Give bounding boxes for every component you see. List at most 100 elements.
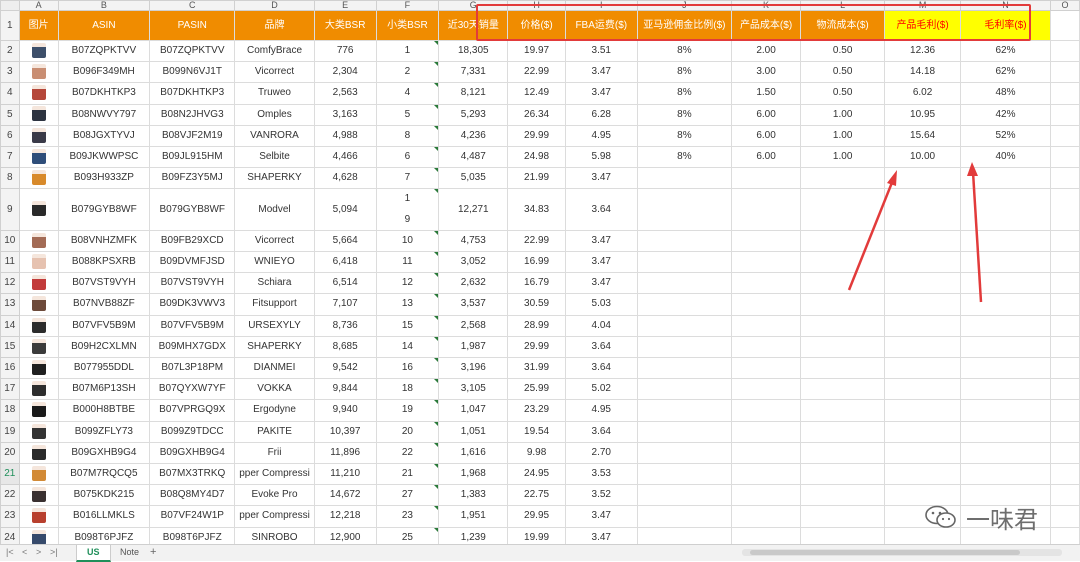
header-cell[interactable]: 毛利率($) (959, 10, 1052, 41)
cell-comm[interactable]: 8% (636, 39, 733, 63)
cell-asin[interactable]: B08VNHZMFK (57, 229, 151, 253)
header-cell[interactable]: 价格($) (507, 10, 566, 41)
cell-sales[interactable]: 5,293 (438, 103, 509, 126)
cell-fba[interactable]: 5.98 (564, 146, 638, 169)
column-letter-n[interactable]: N (959, 0, 1052, 11)
cell-pasin[interactable]: B08N2JHVG3 (149, 103, 236, 126)
cell-sales[interactable]: 12,271 (438, 188, 509, 231)
cell-profit[interactable] (884, 229, 961, 253)
cell-brand[interactable]: WNIEYO (234, 251, 315, 274)
cell-asin[interactable]: B075KDK215 (57, 484, 151, 507)
cell-sales[interactable]: 3,105 (438, 378, 509, 401)
tab-note[interactable]: Note (110, 545, 149, 560)
cell-margin[interactable] (959, 229, 1052, 253)
header-cell[interactable]: 品牌 (234, 10, 315, 41)
cell-empty[interactable] (1050, 357, 1080, 380)
cell-comm[interactable] (636, 293, 733, 316)
product-image-cell[interactable] (18, 82, 59, 105)
cell-pasin[interactable]: B07VF24W1P (149, 505, 236, 528)
cell-comm[interactable] (636, 314, 733, 337)
cell-sub[interactable]: 12 (375, 272, 440, 295)
cell-pasin[interactable]: B09MHX7GDX (149, 335, 236, 359)
cell-fba[interactable]: 3.64 (564, 188, 638, 231)
cell-empty[interactable] (1050, 420, 1080, 443)
cell-sub[interactable]: 15 (375, 314, 440, 337)
cell-profit[interactable]: 15.64 (884, 124, 961, 148)
cell-comm[interactable] (636, 167, 733, 190)
cell-margin[interactable] (959, 188, 1052, 231)
cell-cost[interactable] (731, 251, 802, 274)
cell-cost[interactable] (731, 463, 802, 486)
cell-brand[interactable]: Selbite (234, 146, 315, 169)
cell-comm[interactable] (636, 251, 733, 274)
cell-brand[interactable]: ComfyBrace (234, 39, 315, 63)
cell-pasin[interactable]: B07VST9VYH (149, 272, 236, 295)
cell-brand[interactable]: pper Compressi (234, 463, 315, 486)
cell-pasin[interactable]: B098T6PJFZ (149, 526, 236, 544)
product-image-cell[interactable] (18, 441, 59, 465)
cell-pasin[interactable]: B09DK3VWV3 (149, 293, 236, 316)
header-cell[interactable]: 图片 (18, 10, 59, 41)
cell-cost[interactable]: 2.00 (731, 39, 802, 63)
cell-profit[interactable] (884, 167, 961, 190)
cell-ship[interactable] (800, 420, 886, 443)
cell-brand[interactable]: SHAPERKY (234, 167, 315, 190)
cell-sub[interactable]: 8 (375, 124, 440, 148)
cell-ship[interactable] (800, 272, 886, 295)
cell-empty[interactable] (1050, 463, 1080, 486)
cell-empty[interactable] (1050, 314, 1080, 337)
cell-profit[interactable] (884, 420, 961, 443)
cell-brand[interactable]: Frii (234, 441, 315, 465)
cell-price[interactable]: 25.99 (507, 378, 566, 401)
cell-sub[interactable]: 23 (375, 505, 440, 528)
cell-sales[interactable]: 3,537 (438, 293, 509, 316)
cell-brand[interactable]: VANRORA (234, 124, 315, 148)
cell-brand[interactable]: Vicorrect (234, 61, 315, 84)
cell-fba[interactable]: 3.64 (564, 335, 638, 359)
cell-pasin[interactable]: B07VPRGQ9X (149, 399, 236, 422)
cell-bsr[interactable]: 3,163 (313, 103, 377, 126)
cell-cost[interactable] (731, 378, 802, 401)
cell-ship[interactable]: 0.50 (800, 82, 886, 105)
cell-cost[interactable] (731, 399, 802, 422)
cell-brand[interactable]: Fitsupport (234, 293, 315, 316)
cell-bsr[interactable]: 10,397 (313, 420, 377, 443)
cell-pasin[interactable]: B07QYXW7YF (149, 378, 236, 401)
cell-margin[interactable]: 62% (959, 39, 1052, 63)
column-letter-h[interactable]: H (507, 0, 566, 11)
cell-asin[interactable]: B096F349MH (57, 61, 151, 84)
row-number[interactable]: 22 (0, 484, 20, 507)
cell-asin[interactable]: B016LLMKLS (57, 505, 151, 528)
product-image-cell[interactable] (18, 505, 59, 528)
cell-profit[interactable] (884, 272, 961, 295)
cell-sub[interactable]: 21 (375, 463, 440, 486)
cell-profit[interactable]: 12.36 (884, 39, 961, 63)
cell-profit[interactable] (884, 335, 961, 359)
cell-sub[interactable]: 5 (375, 103, 440, 126)
next-sheet-button[interactable]: > (36, 547, 41, 557)
row-number[interactable]: 15 (0, 335, 20, 359)
cell-margin[interactable] (959, 272, 1052, 295)
row-number[interactable]: 23 (0, 505, 20, 528)
cell-comm[interactable] (636, 229, 733, 253)
cell-bsr[interactable]: 9,844 (313, 378, 377, 401)
cell-brand[interactable]: VOKKA (234, 378, 315, 401)
cell-sub[interactable]: 14 (375, 335, 440, 359)
product-image-cell[interactable] (18, 399, 59, 422)
cell-fba[interactable]: 5.02 (564, 378, 638, 401)
cell-profit[interactable] (884, 378, 961, 401)
row-number[interactable]: 10 (0, 229, 20, 253)
cell-margin[interactable] (959, 314, 1052, 337)
cell-price[interactable]: 24.98 (507, 146, 566, 169)
cell-brand[interactable]: Vicorrect (234, 229, 315, 253)
cell-price[interactable]: 24.95 (507, 463, 566, 486)
cell-margin[interactable] (959, 167, 1052, 190)
column-letter-g[interactable]: G (438, 0, 509, 11)
cell-fba[interactable]: 4.04 (564, 314, 638, 337)
cell-price[interactable]: 29.99 (507, 124, 566, 148)
cell-asin[interactable]: B09JKWWPSC (57, 146, 151, 169)
cell-profit[interactable] (884, 357, 961, 380)
cell-comm[interactable]: 8% (636, 103, 733, 126)
cell-bsr[interactable]: 11,896 (313, 441, 377, 465)
scrollbar-thumb[interactable] (750, 550, 1020, 555)
